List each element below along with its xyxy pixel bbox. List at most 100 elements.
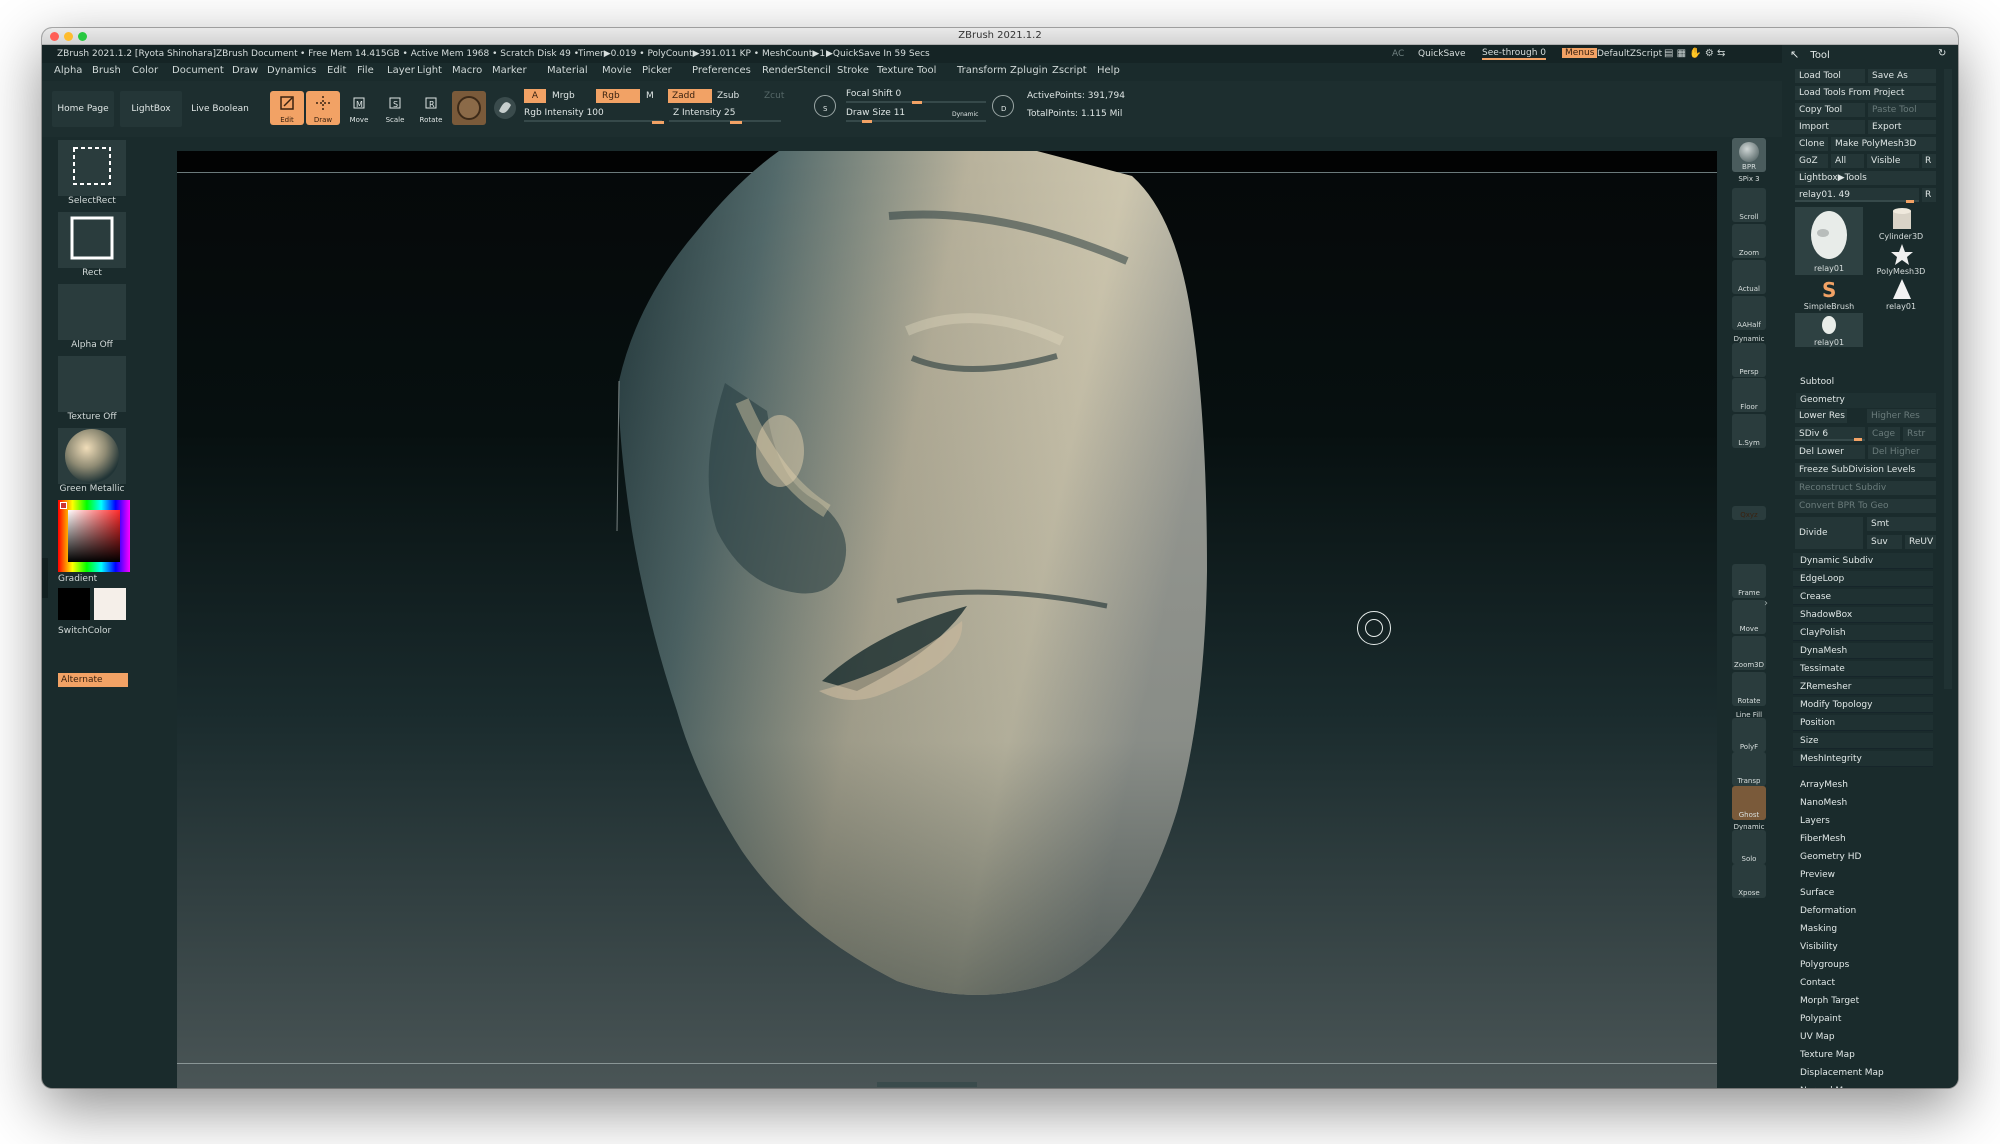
goz-button[interactable]: GoZ	[1795, 154, 1828, 168]
geometry-item-crease[interactable]: Crease	[1793, 589, 1933, 605]
menu-tool[interactable]: Tool	[917, 65, 936, 76]
subpalette-preview[interactable]: Preview	[1800, 868, 1835, 883]
frame-button[interactable]: Frame	[1732, 564, 1766, 598]
menu-picker[interactable]: Picker	[642, 65, 672, 76]
menu-transform[interactable]: Transform	[957, 65, 1007, 76]
subpalette-nanomesh[interactable]: NanoMesh	[1800, 796, 1847, 811]
secondary-color-swatch[interactable]	[94, 588, 126, 620]
subpalette-polygroups[interactable]: Polygroups	[1800, 958, 1849, 973]
goz-r-button[interactable]: R	[1922, 154, 1936, 168]
geometry-item-claypolish[interactable]: ClayPolish	[1793, 625, 1933, 641]
geometry-item-shadowbox[interactable]: ShadowBox	[1793, 607, 1933, 623]
draw-size-handle[interactable]	[862, 120, 872, 123]
subpalette-displacement-map[interactable]: Displacement Map	[1800, 1066, 1884, 1081]
geometry-item-edgeloop[interactable]: EdgeLoop	[1793, 571, 1933, 587]
geometry-item-zremesher[interactable]: ZRemesher	[1793, 679, 1933, 695]
subpalette-morph-target[interactable]: Morph Target	[1800, 994, 1859, 1009]
rgb-intensity-handle[interactable]	[652, 121, 664, 124]
relay-slider-handle[interactable]	[1906, 200, 1914, 203]
color-picker[interactable]: Gradient	[58, 500, 130, 584]
menu-light[interactable]: Light	[417, 65, 442, 76]
brush-preview-button[interactable]	[452, 91, 486, 125]
draw-size-d-icon[interactable]: D	[992, 95, 1014, 117]
geometry-item-tessimate[interactable]: Tessimate	[1793, 661, 1933, 677]
rotate-view-button[interactable]: Rotate	[1732, 672, 1766, 706]
menu-render[interactable]: Render	[762, 65, 798, 76]
geometry-item-dynamic-subdiv[interactable]: Dynamic Subdiv	[1793, 553, 1933, 569]
save-as-button[interactable]: Save As	[1868, 69, 1936, 83]
zoom-button[interactable]: Zoom	[1732, 224, 1766, 258]
menu-movie[interactable]: Movie	[602, 65, 632, 76]
freeze-subdivision-button[interactable]: Freeze SubDivision Levels	[1795, 463, 1936, 477]
subpalette-normal-map[interactable]: Normal Map	[1800, 1084, 1854, 1088]
layout-icons[interactable]: ▤ ▦ ✋ ⚙ ⇆	[1664, 48, 1725, 59]
relay-tool-slider[interactable]: relay01. 49	[1795, 188, 1919, 202]
primary-color-swatch[interactable]	[58, 588, 90, 620]
subpalette-polypaint[interactable]: Polypaint	[1800, 1012, 1841, 1027]
reconstruct-subdiv-button[interactable]: Reconstruct Subdiv	[1795, 481, 1936, 495]
z-intensity-slider[interactable]: Z Intensity 25	[669, 108, 781, 122]
reuv-button[interactable]: ReUV	[1905, 535, 1936, 549]
higher-res-button[interactable]: Higher Res	[1867, 409, 1936, 423]
canvas-viewport[interactable]	[177, 151, 1717, 1088]
focal-shift-s-icon[interactable]: S	[814, 95, 836, 117]
all-button[interactable]: All	[1831, 154, 1864, 168]
transp-button[interactable]: Transp	[1732, 752, 1766, 786]
paste-tool-button[interactable]: Paste Tool	[1868, 103, 1936, 117]
tool-thumb-relay01[interactable]: relay01	[1795, 207, 1863, 275]
divide-button[interactable]: Divide	[1795, 517, 1863, 549]
menu-stroke[interactable]: Stroke	[837, 65, 869, 76]
mrgb-toggle[interactable]: Mrgb	[552, 91, 575, 101]
rgb-intensity-slider[interactable]: Rgb Intensity 100	[524, 108, 662, 122]
m-toggle[interactable]: M	[646, 91, 654, 101]
geometry-item-position[interactable]: Position	[1793, 715, 1933, 731]
color-square[interactable]	[68, 510, 120, 562]
load-tools-from-project-button[interactable]: Load Tools From Project	[1795, 86, 1936, 100]
subpalette-fibermesh[interactable]: FiberMesh	[1800, 832, 1846, 847]
subpalette-geometry-hd[interactable]: Geometry HD	[1800, 850, 1861, 865]
polyf-button[interactable]: PolyF	[1732, 718, 1766, 752]
scroll-button[interactable]: Scroll	[1732, 188, 1766, 222]
del-lower-button[interactable]: Del Lower	[1795, 445, 1865, 459]
subpalette-masking[interactable]: Masking	[1800, 922, 1837, 937]
geometry-section[interactable]: Geometry	[1796, 393, 1936, 408]
make-polymesh3d-button[interactable]: Make PolyMesh3D	[1831, 137, 1936, 151]
alternate-toggle[interactable]: Alternate	[58, 673, 128, 687]
draw-mode-button[interactable]: Draw	[306, 91, 340, 125]
rstr-button[interactable]: Rstr	[1903, 427, 1936, 441]
quicksave-button[interactable]: QuickSave	[1418, 49, 1466, 59]
actual-button[interactable]: Actual	[1732, 260, 1766, 294]
rgb-toggle[interactable]: Rgb	[596, 89, 640, 103]
ghost-button[interactable]: Ghost	[1732, 786, 1766, 820]
solo-button[interactable]: Solo	[1732, 830, 1766, 864]
import-button[interactable]: Import	[1795, 120, 1865, 134]
material-button[interactable]: Green Metallic	[58, 428, 126, 496]
geometry-item-modify-topology[interactable]: Modify Topology	[1793, 697, 1933, 713]
texture-off-button[interactable]: Texture Off	[58, 356, 126, 424]
copy-tool-button[interactable]: Copy Tool	[1795, 103, 1865, 117]
zoom3d-button[interactable]: Zoom3D	[1732, 636, 1766, 670]
select-rect-button[interactable]: SelectRect	[58, 140, 126, 208]
del-higher-button[interactable]: Del Higher	[1868, 445, 1936, 459]
convert-bpr-button[interactable]: Convert BPR To Geo	[1795, 499, 1936, 513]
geometry-item-meshintegrity[interactable]: MeshIntegrity	[1793, 751, 1933, 767]
xyz-toggle[interactable]: Qxyz	[1732, 506, 1766, 520]
menu-dynamics[interactable]: Dynamics	[267, 65, 316, 76]
menu-brush[interactable]: Brush	[92, 65, 121, 76]
visible-button[interactable]: Visible	[1867, 154, 1919, 168]
subpalette-uv-map[interactable]: UV Map	[1800, 1030, 1835, 1045]
tool-thumb-relay01-small[interactable]: relay01	[1795, 313, 1863, 347]
floor-button[interactable]: Floor	[1732, 378, 1766, 412]
refresh-icon[interactable]: ↻	[1938, 48, 1946, 59]
alpha-a-toggle[interactable]: A	[524, 89, 546, 103]
menu-help[interactable]: Help	[1097, 65, 1120, 76]
cage-button[interactable]: Cage	[1868, 427, 1900, 441]
stroke-preview-button[interactable]	[488, 91, 522, 125]
pin-icon[interactable]: ↖	[1790, 48, 1799, 61]
menu-alpha[interactable]: Alpha	[54, 65, 82, 76]
right-tray-handle[interactable]: ›	[1764, 458, 1774, 609]
menu-stencil[interactable]: Stencil	[797, 65, 831, 76]
lightbox-tools-button[interactable]: Lightbox▶Tools	[1795, 171, 1936, 185]
menu-edit[interactable]: Edit	[327, 65, 346, 76]
tool-palette-scrollbar[interactable]	[1944, 69, 1952, 689]
